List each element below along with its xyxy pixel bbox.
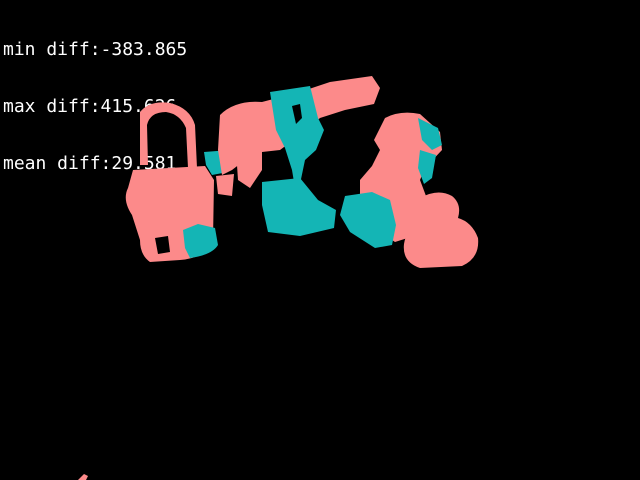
pixel-artifact — [78, 474, 88, 480]
diff-visualization — [78, 76, 479, 480]
padlock-object — [125, 102, 230, 262]
